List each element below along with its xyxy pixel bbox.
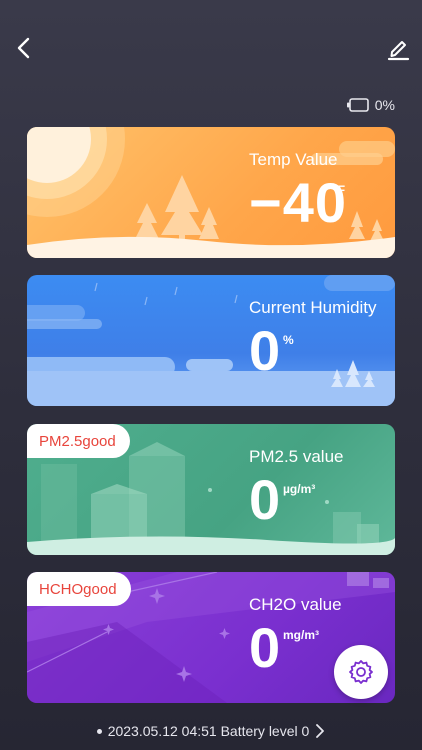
ch2o-label: CH2O value	[249, 595, 342, 614]
pm25-unit: µg/m³	[283, 482, 316, 496]
device-status-footer[interactable]: 2023.05.12 04:51 Battery level 0	[0, 720, 422, 742]
humidity-label: Current Humidity	[249, 298, 377, 317]
back-button[interactable]	[10, 34, 38, 62]
battery-icon	[346, 98, 369, 112]
ch2o-value: 0	[249, 616, 282, 679]
settings-button[interactable]	[334, 645, 388, 699]
pm25-card[interactable]: PM2.5good PM2.5 value 0 µg/m³	[27, 424, 395, 555]
device-status-text: 2023.05.12 04:51 Battery level 0	[107, 723, 310, 739]
pm25-label: PM2.5 value	[249, 447, 344, 466]
pencil-icon	[387, 41, 410, 61]
humidity-unit: %	[283, 333, 294, 347]
humidity-card[interactable]: Current Humidity 0 %	[27, 275, 395, 406]
battery-percent: 0%	[374, 97, 395, 113]
hcho-quality-badge: HCHOgood	[27, 572, 131, 606]
edit-button[interactable]	[384, 34, 412, 62]
ch2o-unit: mg/m³	[283, 628, 319, 642]
temp-unit: °F	[333, 183, 346, 197]
temp-card[interactable]: Temp Value −40 °F	[27, 127, 395, 258]
temp-label: Temp Value	[249, 150, 338, 169]
pm25-value: 0	[249, 468, 282, 531]
rain-scene-illustration	[27, 275, 395, 406]
gear-icon	[349, 660, 373, 684]
humidity-value: 0	[249, 319, 282, 382]
battery-status: 0%	[346, 95, 395, 115]
chevron-left-icon	[17, 37, 30, 59]
chevron-right-icon	[316, 724, 325, 738]
pm25-quality-badge: PM2.5good	[27, 424, 130, 458]
bullet-icon	[96, 728, 102, 734]
top-bar	[0, 0, 422, 95]
temp-value: −40	[249, 171, 347, 234]
